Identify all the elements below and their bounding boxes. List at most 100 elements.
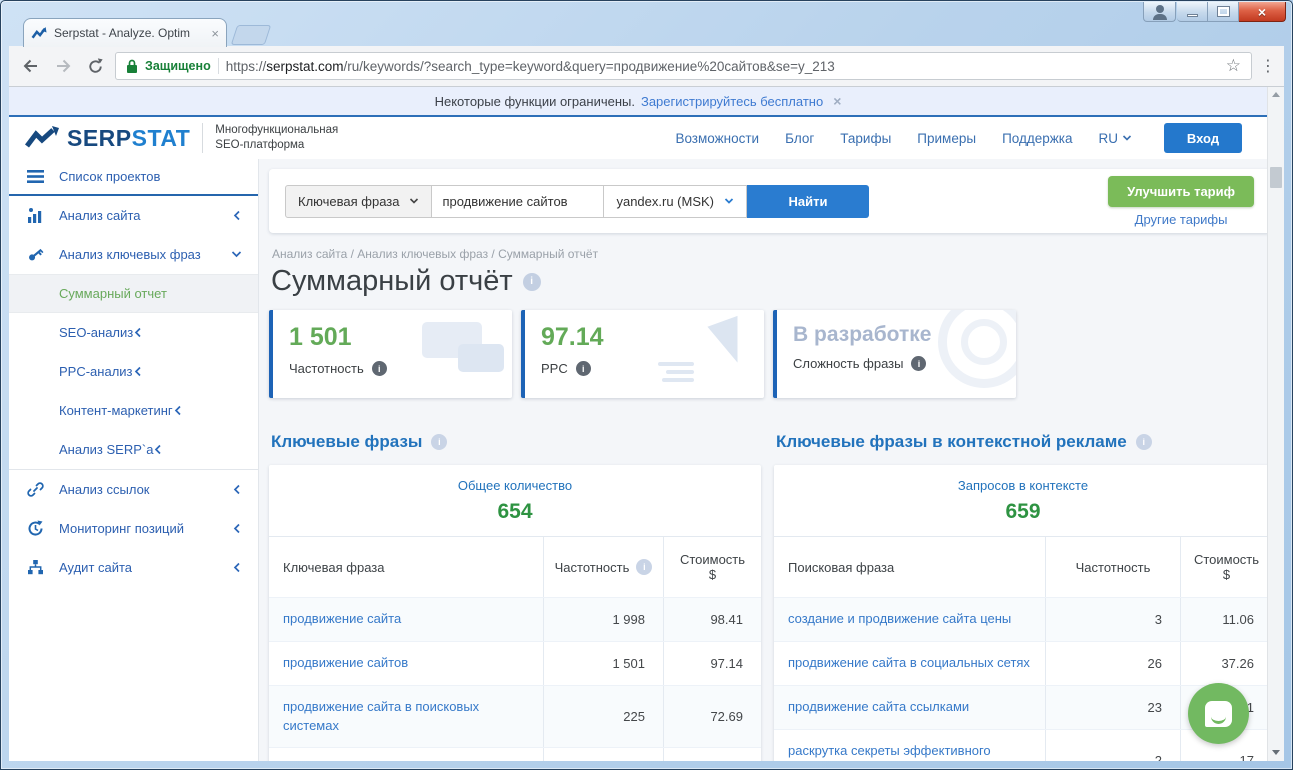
sidebar-item-content-marketing[interactable]: Контент-маркетинг [9, 391, 258, 430]
url-bar[interactable]: Защищено https://serpstat.com/ru/keyword… [115, 52, 1252, 80]
scroll-down-arrow-icon[interactable] [1272, 750, 1280, 755]
chevron-down-icon [409, 196, 419, 206]
table-body: создание и продвижение сайта цены 3 11.0… [774, 597, 1272, 761]
section-title-keywords: Ключевые фразы [271, 432, 761, 452]
secure-lock-icon [126, 59, 138, 74]
chevron-left-icon [232, 523, 242, 534]
sidebar-item-projects[interactable]: Список проектов [9, 159, 258, 196]
sidebar-item-serp-analysis[interactable]: Анализ SERP`a [9, 430, 258, 469]
search-type-select[interactable]: Ключевая фраза [285, 185, 432, 218]
info-icon[interactable] [431, 434, 447, 450]
stat-card-ppc: 97.14 PPC [521, 310, 764, 398]
stat-value: 1 501 [289, 323, 496, 352]
language-selector[interactable]: RU [1099, 131, 1133, 146]
keyword-link[interactable]: продвижение сайта в поисковых системах [269, 686, 543, 748]
chat-widget-button[interactable] [1188, 683, 1249, 744]
hamburger-icon [27, 168, 44, 185]
scrollbar-thumb[interactable] [1270, 167, 1282, 188]
info-icon[interactable] [636, 559, 652, 575]
tab-close-icon[interactable]: × [211, 27, 219, 40]
info-icon[interactable] [1136, 434, 1152, 450]
login-button[interactable]: Вход [1164, 123, 1242, 153]
card-illustration [662, 378, 694, 382]
sidebar-item-seo-analysis[interactable]: SEO-анализ [9, 313, 258, 352]
register-link[interactable]: Зарегистрируйтесь бесплатно [641, 94, 823, 109]
info-icon[interactable] [911, 356, 926, 371]
upgrade-plan-button[interactable]: Улучшить тариф [1108, 176, 1254, 207]
serpstat-logo-icon [25, 126, 59, 150]
other-plans-link[interactable]: Другие тарифы [1135, 212, 1228, 227]
stat-label: PPC [541, 361, 568, 376]
table-total: Запросов в контексте 659 [774, 465, 1272, 537]
search-engine-select[interactable]: yandex.ru (MSK) [604, 185, 747, 218]
chevron-left-icon [133, 366, 143, 377]
table-row: продвижение сайтов 1 501 97.14 [269, 641, 761, 685]
keyword-link[interactable]: создание и продвижение сайта цены [774, 598, 1045, 641]
total-label: Общее количество [277, 478, 753, 493]
new-tab-button[interactable] [231, 25, 271, 45]
search-query-input[interactable] [432, 185, 604, 218]
keyword-link[interactable]: продвижение сайта ссылками [774, 686, 1045, 729]
stat-card-difficulty: В разработке Сложность фразы [773, 310, 1016, 398]
info-icon[interactable] [372, 361, 387, 376]
breadcrumb: Анализ сайта / Анализ ключевых фраз / Су… [272, 247, 1272, 261]
search-submit-button[interactable]: Найти [747, 185, 869, 218]
sidebar-item-link-analysis[interactable]: Анализ ссылок [9, 470, 258, 509]
nav-features[interactable]: Возможности [675, 131, 759, 146]
column-header: Частотность [543, 537, 663, 597]
column-header: Поисковая фраза [774, 545, 1045, 590]
forward-arrow-icon [53, 56, 73, 76]
table-body: продвижение сайта 1 998 98.41 продвижени… [269, 597, 761, 761]
bookmark-star-icon[interactable]: ☆ [1226, 56, 1241, 76]
table-row: продвижение сайта 1 998 98.41 [269, 597, 761, 641]
chart-icon [27, 207, 44, 224]
sidebar-item-ppc-analysis[interactable]: PPC-анализ [9, 352, 258, 391]
history-icon [27, 520, 44, 537]
stat-label: Сложность фразы [793, 356, 903, 371]
info-icon[interactable] [523, 273, 541, 291]
nav-support[interactable]: Поддержка [1002, 131, 1072, 146]
serpstat-favicon [31, 25, 48, 42]
banner-close-icon[interactable]: × [833, 93, 841, 109]
keyword-link[interactable]: продвижение сайта [269, 598, 543, 641]
sidebar-item-site-audit[interactable]: Аудит сайта [9, 548, 258, 587]
back-button[interactable] [19, 54, 43, 78]
reload-button[interactable] [83, 54, 107, 78]
keyword-link[interactable]: продвижение сайтов в москве [269, 748, 543, 761]
keyword-link[interactable]: продвижение сайтов [269, 642, 543, 685]
maximize-button[interactable] [1208, 2, 1239, 22]
table-header: Ключевая фраза Частотность Стоимость $ [269, 537, 761, 597]
table-row: создание и продвижение сайта цены 3 11.0… [774, 597, 1272, 641]
link-icon [27, 481, 44, 498]
sidebar-item-site-analysis[interactable]: Анализ сайта [9, 196, 258, 235]
chevron-left-icon [232, 210, 242, 221]
info-icon[interactable] [576, 361, 591, 376]
sidebar-item-rank-monitoring[interactable]: Мониторинг позиций [9, 509, 258, 548]
close-button[interactable]: × [1239, 2, 1286, 22]
sidebar-item-keyword-analysis[interactable]: Анализ ключевых фраз [9, 235, 258, 274]
total-value: 659 [782, 500, 1264, 524]
scroll-up-arrow-icon[interactable] [1272, 92, 1280, 97]
forward-button[interactable] [51, 54, 75, 78]
keyword-link[interactable]: продвижение сайта в социальных сетях [774, 642, 1045, 685]
tab-title: Serpstat - Analyze. Optim [54, 26, 205, 40]
browser-menu-icon[interactable]: ⋮ [1260, 56, 1274, 76]
page-scrollbar[interactable] [1267, 87, 1284, 761]
table-total: Общее количество 654 [269, 465, 761, 537]
table-row: продвижение сайтов в москве 225 81.59 [269, 747, 761, 761]
browser-tab[interactable]: Serpstat - Analyze. Optim × [23, 18, 227, 47]
nav-examples[interactable]: Примеры [917, 131, 976, 146]
key-icon [27, 246, 44, 263]
sidebar-item-summary-report[interactable]: Суммарный отчет [9, 274, 258, 313]
keyword-link[interactable]: раскрутка секреты эффективного продвижен… [774, 730, 1045, 761]
url-text: https://serpstat.com/ru/keywords/?search… [226, 59, 835, 74]
top-nav: Возможности Блог Тарифы Примеры Поддержк… [675, 123, 1268, 153]
omnibox-separator [218, 58, 219, 74]
serpstat-logo[interactable]: SERPSTAT [25, 125, 190, 152]
nav-pricing[interactable]: Тарифы [840, 131, 891, 146]
card-illustration [938, 310, 1016, 388]
nav-blog[interactable]: Блог [785, 131, 814, 146]
chevron-left-icon [153, 444, 163, 455]
minimize-button[interactable] [1177, 2, 1208, 22]
profile-button[interactable] [1143, 2, 1176, 22]
